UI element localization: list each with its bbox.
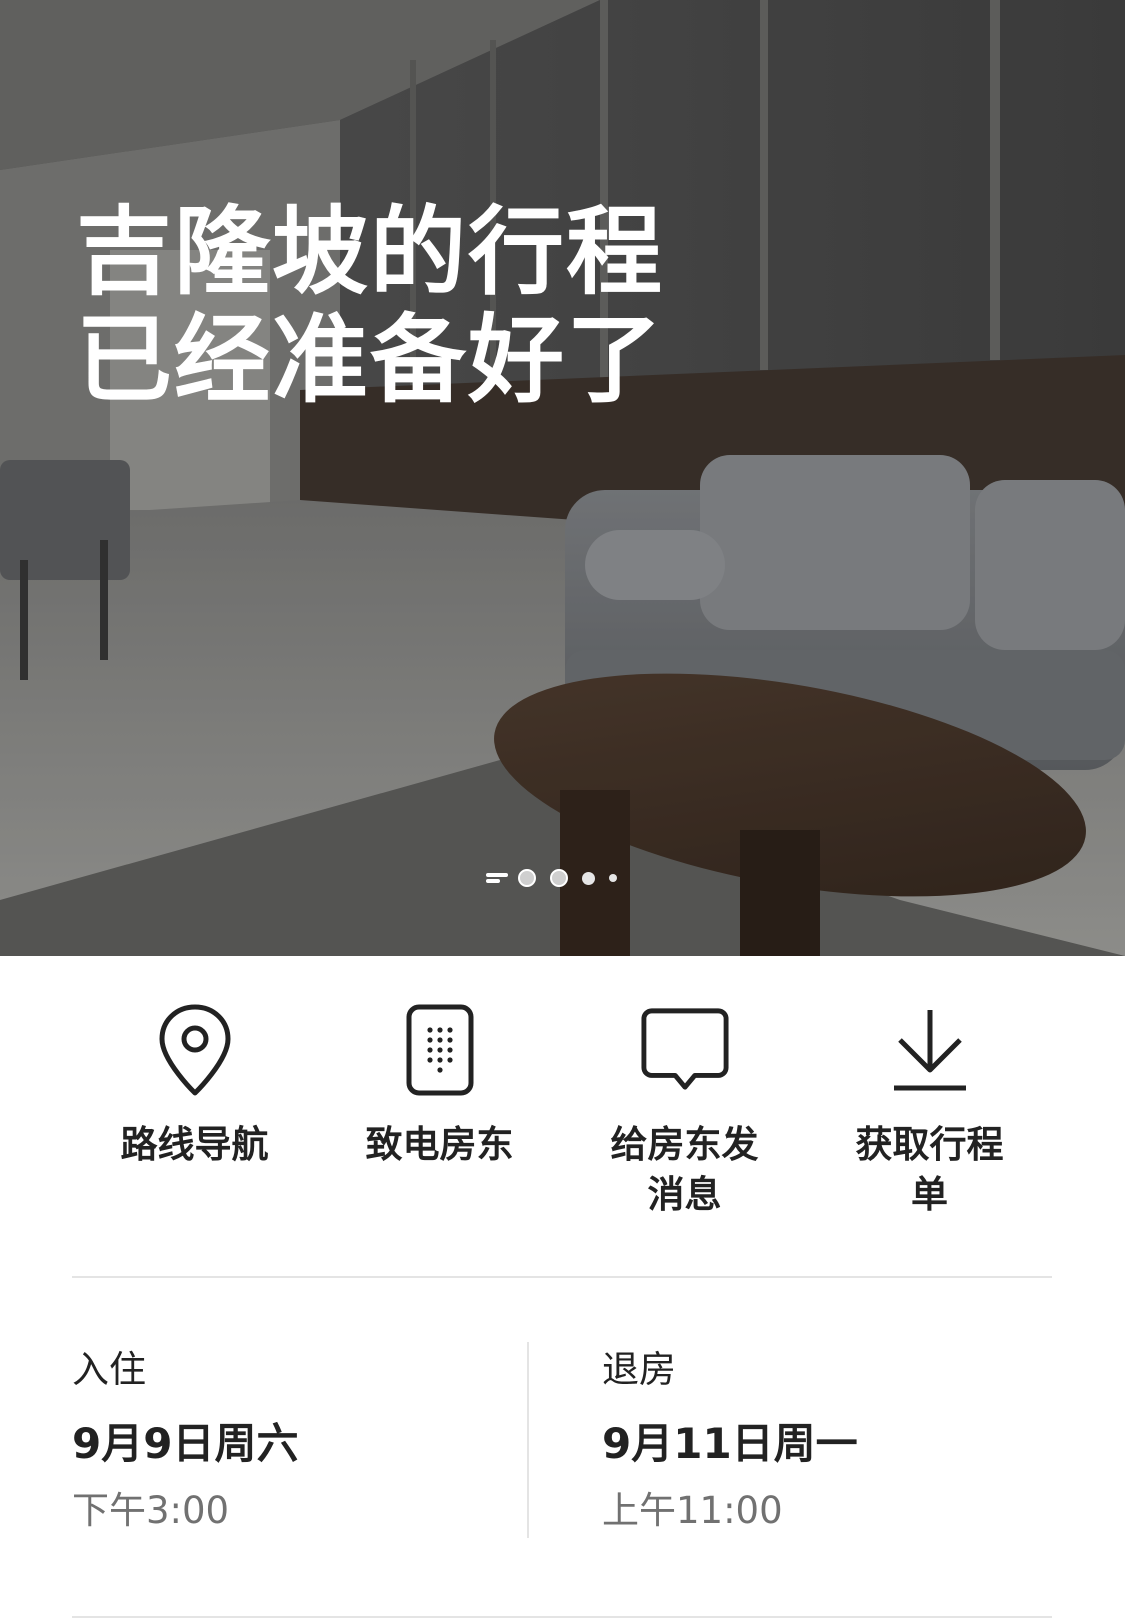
checkout-time: 上午11:00 <box>602 1489 783 1532</box>
get-itinerary-label: 获取行程单 <box>855 1123 1004 1216</box>
room-photo <box>0 0 1125 956</box>
stay-dates: 入住 9月9日周六 下午3:00 退房 9月11日周一 上午11:00 <box>72 1342 1052 1548</box>
hero-title: 吉隆坡的行程 已经准备好了 <box>76 198 664 414</box>
quick-actions: 路线导航 致电房东 给房东发消息 获取行程单 <box>72 1000 1052 1265</box>
directions-label: 路线导航 <box>120 1123 269 1166</box>
section-divider <box>72 1276 1052 1278</box>
section-divider <box>72 1616 1052 1618</box>
carousel-dot[interactable] <box>518 869 536 887</box>
carousel-dot[interactable] <box>582 871 595 885</box>
column-divider <box>527 1342 529 1538</box>
phone-keypad-icon <box>395 1000 485 1100</box>
carousel-dot[interactable] <box>550 869 568 887</box>
carousel-dot[interactable] <box>609 874 617 882</box>
checkin-block: 入住 9月9日周六 下午3:00 <box>72 1348 298 1534</box>
message-host-button[interactable]: 给房东发消息 <box>562 1000 807 1265</box>
checkout-block: 退房 9月11日周一 上午11:00 <box>602 1348 858 1534</box>
trip-page: 吉隆坡的行程 已经准备好了 路线导航 致电房东 给房东发消息 获取行程单 入住 … <box>0 0 1125 1620</box>
checkin-date: 9月9日周六 <box>72 1419 299 1468</box>
call-host-label: 致电房东 <box>365 1123 514 1166</box>
carousel-dot-active[interactable] <box>486 872 508 884</box>
checkin-label: 入住 <box>72 1348 146 1391</box>
checkin-time: 下午3:00 <box>72 1489 230 1532</box>
get-itinerary-button[interactable]: 获取行程单 <box>807 1000 1052 1265</box>
directions-button[interactable]: 路线导航 <box>72 1000 317 1265</box>
call-host-button[interactable]: 致电房东 <box>317 1000 562 1265</box>
checkout-date: 9月11日周一 <box>602 1419 858 1468</box>
location-pin-icon <box>150 1000 240 1100</box>
message-bubble-icon <box>640 1000 730 1100</box>
hero-title-line1: 吉隆坡的行程 <box>76 196 664 308</box>
hero-title-line2: 已经准备好了 <box>76 304 664 416</box>
carousel-indicator[interactable] <box>486 868 631 888</box>
message-host-label: 给房东发消息 <box>610 1123 759 1216</box>
download-icon <box>885 1000 975 1100</box>
checkout-label: 退房 <box>602 1348 676 1391</box>
hero-carousel[interactable]: 吉隆坡的行程 已经准备好了 <box>0 0 1125 956</box>
